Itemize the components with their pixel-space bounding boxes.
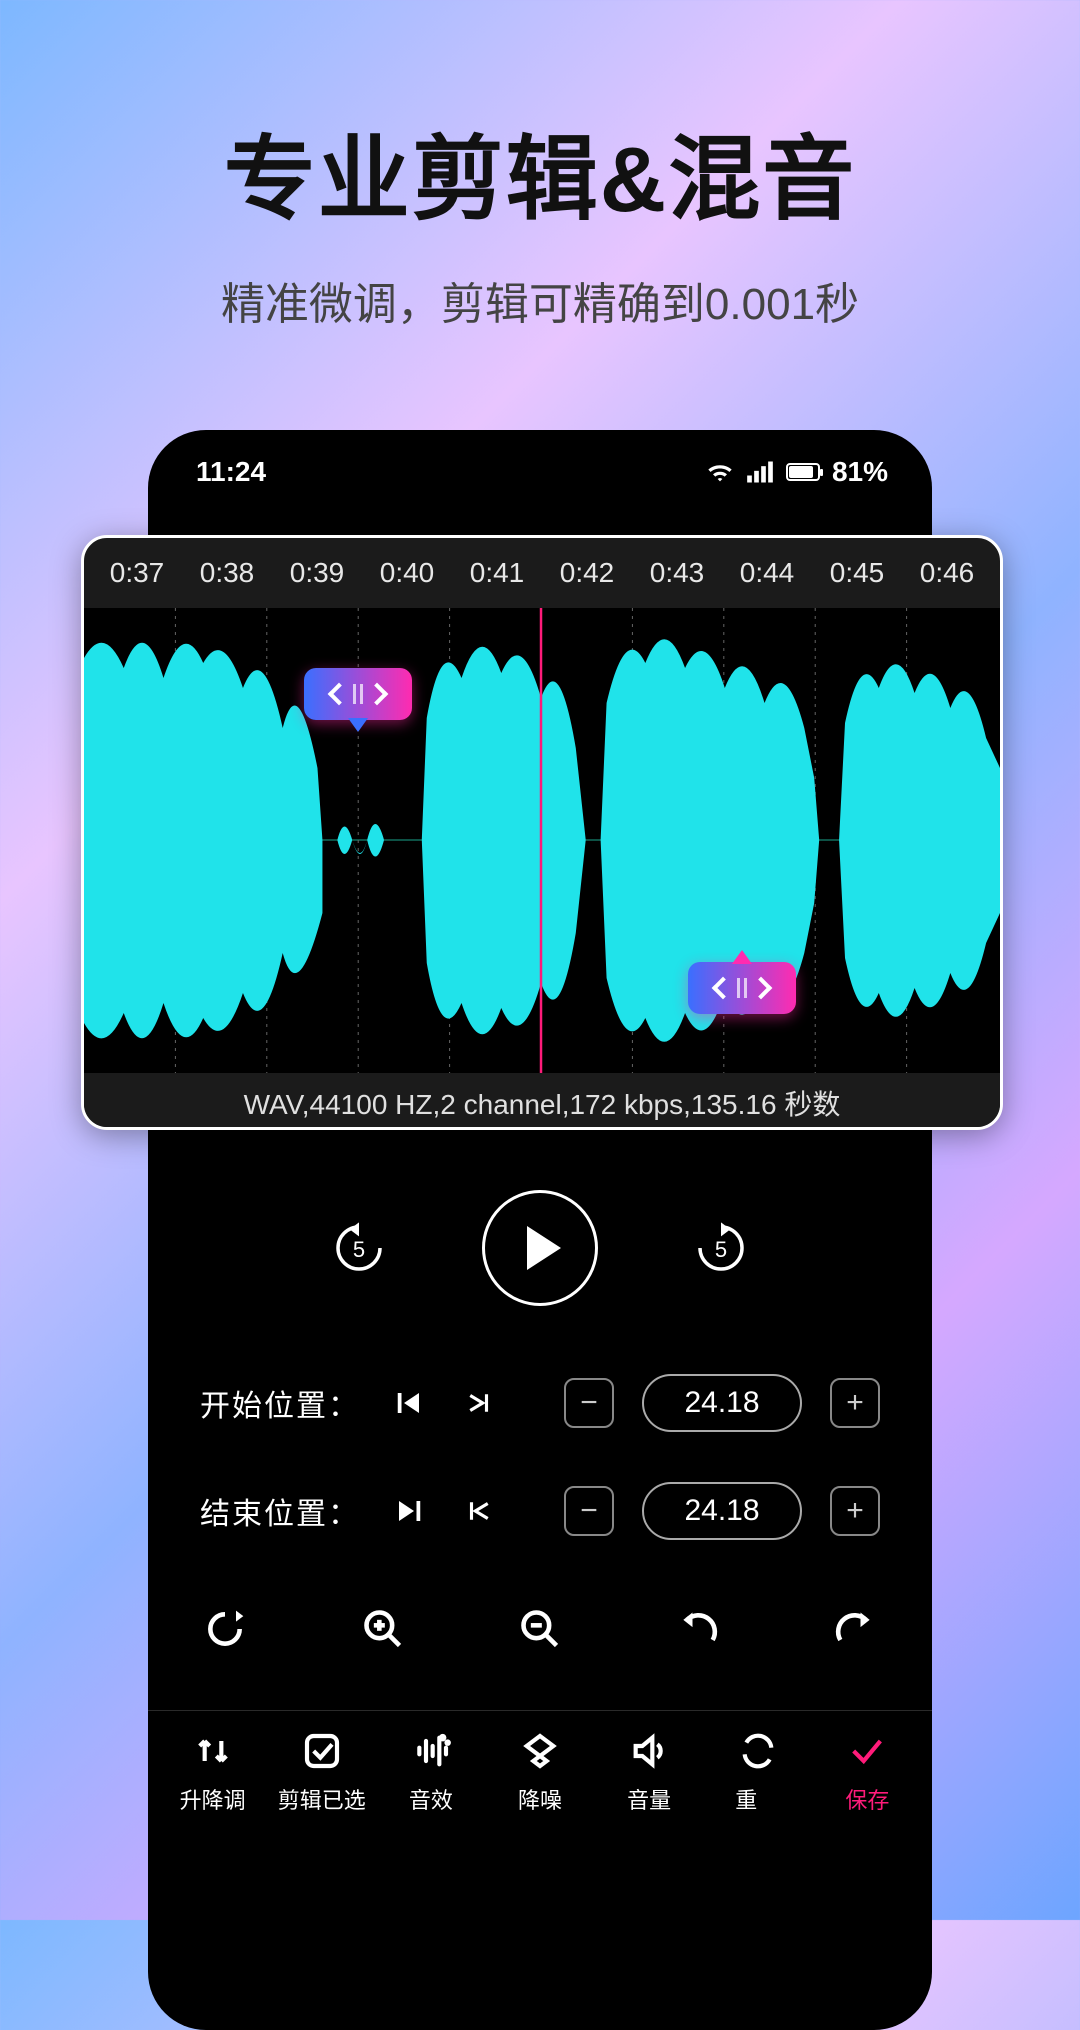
decrement-end-button[interactable]: − bbox=[564, 1486, 614, 1536]
play-button[interactable] bbox=[482, 1190, 598, 1306]
save-button[interactable]: 保存 bbox=[813, 1729, 922, 1815]
selection-start-handle[interactable] bbox=[304, 668, 412, 720]
promo-subtitle: 精准微调，剪辑可精确到0.001秒 bbox=[0, 238, 1080, 332]
volume-icon bbox=[627, 1729, 671, 1773]
goto-start-icon[interactable] bbox=[388, 1388, 430, 1418]
waveform-editor: 0:37 0:38 0:39 0:40 0:41 0:42 0:43 0:44 … bbox=[81, 535, 1003, 1130]
volume-label: 音量 bbox=[627, 1783, 671, 1815]
pitch-icon bbox=[191, 1729, 235, 1773]
denoise-label: 降噪 bbox=[518, 1783, 562, 1815]
reset-button-partial[interactable]: 重 bbox=[704, 1729, 813, 1815]
redo-button[interactable] bbox=[828, 1602, 882, 1656]
promo-title: 专业剪辑&混音 bbox=[0, 0, 1080, 238]
selection-end-handle[interactable] bbox=[688, 962, 796, 1014]
increment-end-button[interactable]: + bbox=[830, 1486, 880, 1536]
status-right: 81% bbox=[706, 456, 888, 488]
end-position-value[interactable]: 24.18 bbox=[642, 1482, 802, 1540]
bottom-toolbar: 升降调 剪辑已选 音效 降噪 音量 重 保存 bbox=[148, 1710, 932, 1815]
ruler-tick: 0:40 bbox=[362, 557, 452, 589]
trim-selected-button[interactable]: 剪辑已选 bbox=[267, 1729, 376, 1815]
denoise-button[interactable]: 降噪 bbox=[485, 1729, 594, 1815]
denoise-icon bbox=[518, 1729, 562, 1773]
skip-seconds: 5 bbox=[715, 1237, 727, 1263]
end-position-label: 结束位置： bbox=[200, 1489, 360, 1533]
pitch-shift-button[interactable]: 升降调 bbox=[158, 1729, 267, 1815]
zoom-out-button[interactable] bbox=[513, 1602, 567, 1656]
skip-seconds: 5 bbox=[353, 1237, 365, 1263]
step-to-end-icon[interactable] bbox=[458, 1388, 500, 1418]
zoom-history-tools bbox=[148, 1602, 932, 1656]
status-bar: 11:24 81% bbox=[148, 430, 932, 504]
battery-icon bbox=[786, 463, 820, 481]
status-time: 11:24 bbox=[196, 456, 266, 488]
ruler-tick: 0:39 bbox=[272, 557, 362, 589]
battery-percent: 81% bbox=[832, 456, 888, 488]
increment-start-button[interactable]: + bbox=[830, 1378, 880, 1428]
signal-icon bbox=[746, 460, 774, 484]
ruler-tick: 0:42 bbox=[542, 557, 632, 589]
ruler-tick: 0:38 bbox=[182, 557, 272, 589]
ruler-tick: 0:46 bbox=[902, 557, 992, 589]
save-label: 保存 bbox=[845, 1783, 889, 1815]
undo-button[interactable] bbox=[671, 1602, 725, 1656]
ruler-tick: 0:43 bbox=[632, 557, 722, 589]
check-box-icon bbox=[300, 1729, 344, 1773]
decrement-start-button[interactable]: − bbox=[564, 1378, 614, 1428]
zoom-in-button[interactable] bbox=[356, 1602, 410, 1656]
check-icon bbox=[845, 1729, 889, 1773]
pitch-label: 升降调 bbox=[180, 1783, 246, 1815]
ruler-tick: 0:41 bbox=[452, 557, 542, 589]
volume-button[interactable]: 音量 bbox=[595, 1729, 704, 1815]
start-position-value[interactable]: 24.18 bbox=[642, 1374, 802, 1432]
rewind-5-button[interactable]: 5 bbox=[322, 1211, 396, 1285]
trim-label: 剪辑已选 bbox=[278, 1783, 366, 1815]
forward-5-button[interactable]: 5 bbox=[684, 1211, 758, 1285]
reset-label: 重 bbox=[735, 1783, 781, 1815]
audio-info: WAV,44100 HZ,2 channel,172 kbps,135.16 秒… bbox=[84, 1073, 1000, 1130]
step-to-start-icon[interactable] bbox=[458, 1496, 500, 1526]
start-position-row: 开始位置： − 24.18 + bbox=[148, 1374, 932, 1432]
wifi-icon bbox=[706, 460, 734, 484]
end-position-row: 结束位置： − 24.18 + bbox=[148, 1482, 932, 1540]
goto-end-icon[interactable] bbox=[388, 1496, 430, 1526]
phone-frame: 11:24 81% 0:37 0:38 0:39 0:40 0:41 0:42 … bbox=[148, 430, 932, 2030]
time-ruler: 0:37 0:38 0:39 0:40 0:41 0:42 0:43 0:44 … bbox=[84, 538, 1000, 608]
play-icon bbox=[527, 1226, 561, 1270]
start-position-label: 开始位置： bbox=[200, 1381, 360, 1425]
effects-button[interactable]: 音效 bbox=[376, 1729, 485, 1815]
waveform-area[interactable] bbox=[84, 608, 1000, 1073]
transport-controls: 5 5 bbox=[148, 1190, 932, 1306]
ruler-tick: 0:37 bbox=[92, 557, 182, 589]
reset-zoom-button[interactable] bbox=[198, 1602, 252, 1656]
effects-label: 音效 bbox=[409, 1783, 453, 1815]
reset-icon bbox=[735, 1729, 781, 1773]
ruler-tick: 0:44 bbox=[722, 557, 812, 589]
ruler-tick: 0:45 bbox=[812, 557, 902, 589]
effects-icon bbox=[409, 1729, 453, 1773]
